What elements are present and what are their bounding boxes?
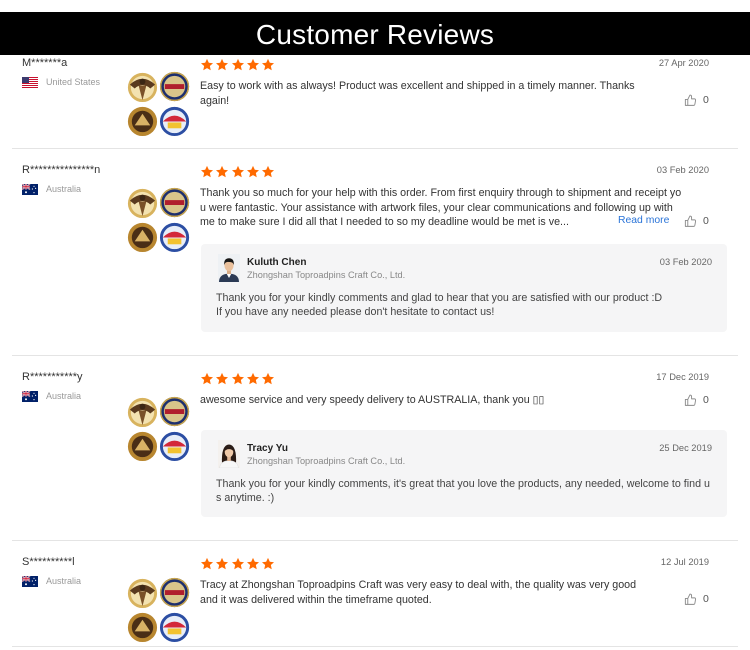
product-thumbnail[interactable] <box>125 70 193 138</box>
star-icon <box>261 58 275 72</box>
star-icon <box>246 165 260 179</box>
review-text: Tracy at Zhongshan Toproadpins Craft was… <box>200 578 636 607</box>
avatar <box>218 254 240 282</box>
avatar <box>218 440 240 469</box>
star-icon <box>215 557 229 571</box>
australia-flag-icon <box>21 575 38 587</box>
star-icon <box>261 557 275 571</box>
review-date: 27 Apr 2020 <box>658 58 709 68</box>
star-icon <box>231 58 245 72</box>
reply-text-line: s anytime. :) <box>216 492 275 504</box>
helpful-button[interactable]: 0 <box>684 214 709 229</box>
reply-date: 25 Dec 2019 <box>659 443 712 453</box>
customer-reviews-page: Customer Reviews M*******a United States… <box>0 0 750 650</box>
review-item: S**********l Australia 12 Jul 2019 Tracy… <box>0 540 750 647</box>
reviewer-name: M*******a <box>22 57 68 69</box>
reviewer-country: Australia <box>46 576 82 586</box>
star-icon <box>261 165 275 179</box>
star-icon <box>200 58 214 72</box>
reply-text-line: Thank you for your kindly comments, it's… <box>216 478 710 490</box>
review-date: 03 Feb 2020 <box>656 165 709 175</box>
reply-company-name: Zhongshan Toproadpins Craft Co., Ltd. <box>247 270 406 280</box>
thumbs-up-icon <box>684 215 697 228</box>
helpful-count: 0 <box>703 593 709 606</box>
star-icon <box>231 557 245 571</box>
star-rating <box>200 58 275 72</box>
review-date: 17 Dec 2019 <box>656 372 709 382</box>
product-thumbnail[interactable] <box>125 186 193 254</box>
review-date: 12 Jul 2019 <box>660 557 709 567</box>
reply-author-name: Kuluth Chen <box>247 257 307 268</box>
reviewer-country: Australia <box>46 391 82 401</box>
review-divider <box>12 646 738 647</box>
star-icon <box>246 557 260 571</box>
seller-reply: Kuluth Chen Zhongshan Toproadpins Craft … <box>201 244 727 332</box>
review-text-line: me to make sure I did all that I needed … <box>200 216 569 228</box>
reply-text: Thank you for your kindly comments, it's… <box>216 477 710 505</box>
reply-text-line: If you have any needed please don't hesi… <box>216 306 495 318</box>
review-item: R***********y Australia 17 Dec 2019 awes… <box>0 355 750 540</box>
star-icon <box>246 372 260 386</box>
star-icon <box>231 165 245 179</box>
review-item: R***************n Australia 03 Feb 2020 … <box>0 148 750 355</box>
review-item: M*******a United States 27 Apr 2020 Easy… <box>0 41 750 148</box>
thumbs-up-icon <box>684 94 697 107</box>
read-more-link[interactable]: Read more <box>618 214 669 229</box>
australia-flag-icon <box>21 390 38 402</box>
review-text-line: u were fantastic. Your assistance with a… <box>200 201 673 214</box>
review-text: Easy to work with as always! Product was… <box>200 79 635 108</box>
review-text: Thank you so much for your help with thi… <box>200 186 681 230</box>
review-text-line: Tracy at Zhongshan Toproadpins Craft was… <box>200 579 637 591</box>
thumbs-up-icon <box>684 593 697 606</box>
helpful-count: 0 <box>703 94 709 107</box>
reviewer-country: Australia <box>46 184 82 194</box>
helpful-count: 0 <box>703 394 709 407</box>
star-icon <box>261 372 275 386</box>
review-text-line: awesome service and very speedy delivery… <box>200 394 545 406</box>
reply-date: 03 Feb 2020 <box>659 257 712 267</box>
australia-flag-icon <box>21 183 38 195</box>
us-flag-icon <box>22 77 38 88</box>
star-icon <box>215 372 229 386</box>
star-rating <box>200 372 275 386</box>
star-icon <box>246 58 260 72</box>
helpful-count: 0 <box>703 215 709 228</box>
seller-reply: Tracy Yu Zhongshan Toproadpins Craft Co.… <box>201 430 727 517</box>
helpful-button[interactable]: 0 <box>684 592 709 607</box>
star-icon <box>200 165 214 179</box>
product-thumbnail[interactable] <box>125 576 193 644</box>
star-icon <box>215 165 229 179</box>
star-icon <box>200 372 214 386</box>
star-rating <box>200 557 275 571</box>
section-header: Customer Reviews <box>0 12 750 55</box>
reply-text-line: Thank you for your kindly comments and g… <box>216 292 663 304</box>
review-text-line: Thank you so much for your help with thi… <box>200 187 682 199</box>
reply-author-name: Tracy Yu <box>247 443 288 454</box>
reviewer-name: R***************n <box>22 164 101 176</box>
reviewer-country: United States <box>46 77 101 87</box>
thumbs-up-icon <box>684 394 697 407</box>
review-text-line: and it was delivered within the timefram… <box>200 593 432 606</box>
star-icon <box>200 557 214 571</box>
reviewer-name: R***********y <box>22 371 83 383</box>
star-icon <box>231 372 245 386</box>
star-icon <box>215 58 229 72</box>
review-text-line: Easy to work with as always! Product was… <box>200 80 635 92</box>
helpful-button[interactable]: 0 <box>684 393 709 408</box>
review-text: awesome service and very speedy delivery… <box>200 393 544 408</box>
reviewer-name: S**********l <box>22 556 75 568</box>
section-title: Customer Reviews <box>255 19 495 50</box>
reply-company-name: Zhongshan Toproadpins Craft Co., Ltd. <box>247 456 406 466</box>
reply-text: Thank you for your kindly comments and g… <box>216 291 662 319</box>
helpful-button[interactable]: 0 <box>684 93 709 108</box>
star-rating <box>200 165 275 179</box>
product-thumbnail[interactable] <box>125 395 193 463</box>
review-text-line: again! <box>200 94 230 107</box>
